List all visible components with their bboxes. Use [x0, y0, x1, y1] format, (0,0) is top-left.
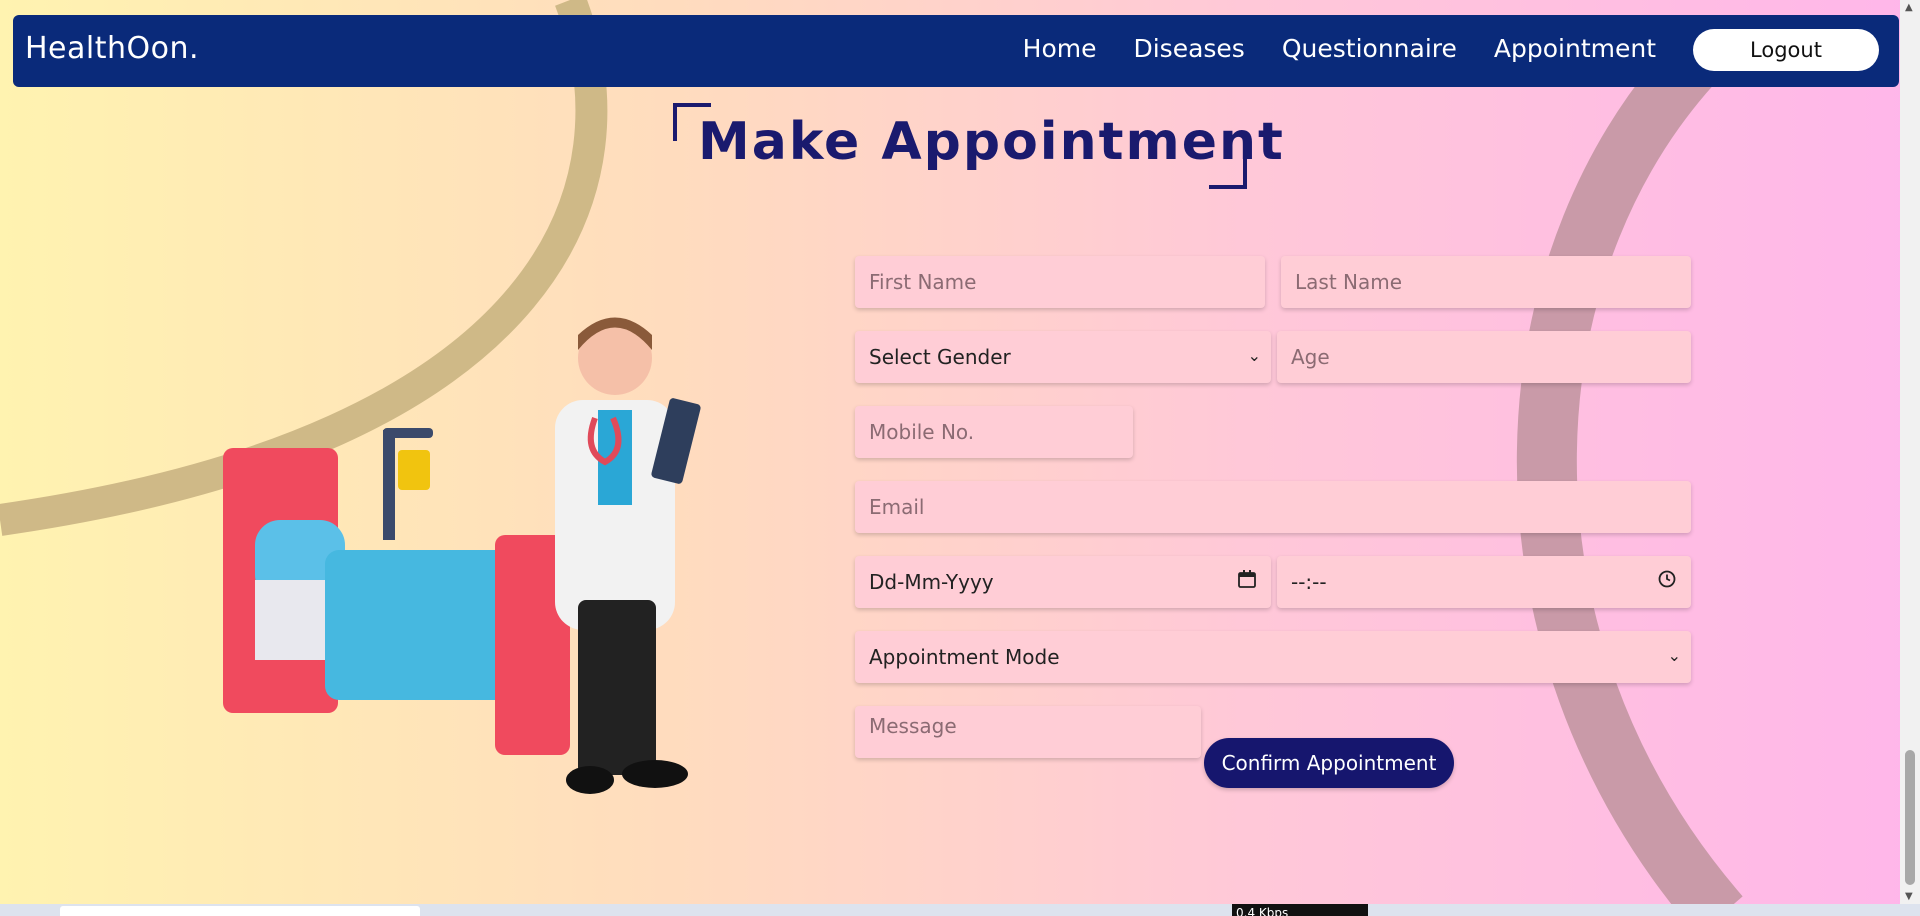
taskbar-search-box[interactable]	[60, 906, 420, 916]
nav-link-home[interactable]: Home	[1023, 34, 1097, 63]
gender-select[interactable]: Select Gender ⌄	[855, 331, 1271, 383]
top-navbar: HealthOon. Home Diseases Questionnaire A…	[13, 15, 1899, 87]
nav-link-appointment[interactable]: Appointment	[1494, 34, 1656, 63]
chevron-down-icon: ⌄	[1667, 646, 1681, 665]
age-input[interactable]: Age	[1277, 331, 1691, 383]
doctor-illustration	[223, 317, 701, 794]
page-title: Make Appointment	[698, 112, 1285, 172]
time-input-value: --:--	[1291, 570, 1327, 594]
os-taskbar: 0.4 Kbps	[0, 904, 1920, 916]
page-title-frame: Make Appointment	[673, 103, 1283, 189]
logout-button[interactable]: Logout	[1693, 29, 1879, 71]
page-scrollbar[interactable]: ▲ ▼	[1900, 0, 1920, 904]
message-placeholder: Message	[869, 714, 957, 738]
chevron-down-icon: ⌄	[1247, 346, 1261, 365]
time-input[interactable]: --:--	[1277, 556, 1691, 608]
scroll-thumb[interactable]	[1905, 750, 1915, 885]
mobile-input[interactable]: Mobile No.	[855, 406, 1133, 458]
confirm-appointment-button[interactable]: Confirm Appointment	[1204, 738, 1454, 788]
nav-link-questionnaire[interactable]: Questionnaire	[1282, 34, 1457, 63]
gender-select-value: Select Gender	[869, 345, 1011, 369]
scroll-up-arrow[interactable]: ▲	[1905, 2, 1913, 13]
clock-icon[interactable]	[1657, 569, 1677, 589]
first-name-input[interactable]: First Name	[855, 256, 1265, 308]
message-textarea[interactable]: Message	[855, 706, 1201, 758]
nav-link-diseases[interactable]: Diseases	[1133, 34, 1244, 63]
hospital-bed-illustration	[223, 428, 570, 755]
date-input-value: Dd-Mm-Yyyy	[869, 570, 994, 594]
appointment-mode-value: Appointment Mode	[869, 645, 1060, 669]
brand-logo[interactable]: HealthOon.	[25, 31, 199, 66]
date-input[interactable]: Dd-Mm-Yyyy	[855, 556, 1271, 608]
last-name-input[interactable]: Last Name	[1281, 256, 1691, 308]
calendar-icon[interactable]	[1237, 569, 1257, 589]
network-speed-indicator: 0.4 Kbps	[1232, 904, 1368, 916]
email-input[interactable]: Email	[855, 481, 1691, 533]
doctor-figure	[555, 317, 701, 794]
appointment-mode-select[interactable]: Appointment Mode ⌄	[855, 631, 1691, 683]
scroll-down-arrow[interactable]: ▼	[1905, 891, 1913, 902]
nav-links: Home Diseases Questionnaire Appointment	[1023, 34, 1656, 63]
